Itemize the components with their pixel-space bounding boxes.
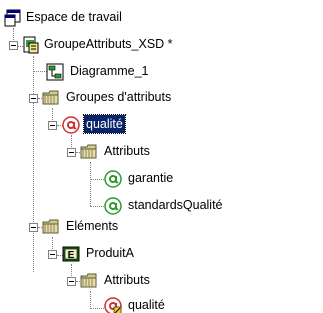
folder-icon <box>42 90 59 105</box>
attribute-group-icon <box>62 116 80 134</box>
element-icon: E <box>62 246 80 262</box>
collapse-toggle[interactable] <box>67 277 76 286</box>
tree-node-label: GroupeAttributs_XSD * <box>44 37 173 51</box>
tree-node-label: qualité <box>83 114 126 134</box>
tree-node-label: Attributs <box>104 144 150 158</box>
collapse-toggle[interactable] <box>29 223 38 232</box>
tree-node-attribute-standards-qualite[interactable]: standardsQualité <box>104 196 304 216</box>
attribute-icon <box>104 170 122 188</box>
schema-document-icon <box>23 36 39 54</box>
tree-connector <box>90 308 104 309</box>
tree-connector <box>90 291 91 309</box>
tree-view[interactable]: Espace de travail GroupeAttributs_XSD * … <box>0 0 323 313</box>
tree-node-attribute-group-quality[interactable]: qualité <box>62 114 182 135</box>
collapse-toggle[interactable] <box>67 148 76 157</box>
tree-node-workspace[interactable]: Espace de travail <box>4 8 204 28</box>
folder-icon <box>42 219 59 234</box>
tree-node-label: Groupes d'attributs <box>66 90 172 104</box>
tree-node-schema[interactable]: GroupeAttributs_XSD * <box>22 35 282 55</box>
folder-icon <box>80 144 97 159</box>
tree-node-attributes-folder[interactable]: Attributs <box>80 271 220 291</box>
diagram-icon <box>46 63 64 81</box>
tree-node-label: Eléments <box>66 219 119 233</box>
attribute-group-reference-icon <box>104 297 122 313</box>
collapse-toggle[interactable] <box>48 121 57 130</box>
collapse-toggle[interactable] <box>9 41 18 50</box>
tree-node-element-produita[interactable]: E ProduitA <box>62 244 202 264</box>
tree-node-label: Diagramme_1 <box>70 64 149 78</box>
tree-connector <box>90 162 91 206</box>
collapse-toggle[interactable] <box>29 94 38 103</box>
tree-node-label: Attributs <box>104 273 150 287</box>
tree-node-attributes-folder[interactable]: Attributs <box>80 142 220 162</box>
tree-node-attribute-groups[interactable]: Groupes d'attributs <box>42 88 282 108</box>
tree-connector <box>33 71 47 72</box>
tree-node-label: Espace de travail <box>26 10 122 24</box>
tree-node-elements-folder[interactable]: Eléments <box>42 217 182 237</box>
tree-node-label: ProduitA <box>86 246 134 260</box>
tree-connector <box>90 206 104 207</box>
folder-icon <box>80 273 97 288</box>
tree-connector <box>33 56 34 272</box>
element-badge: E <box>68 250 75 261</box>
tree-connector <box>90 179 104 180</box>
workspace-icon <box>4 9 21 27</box>
tree-node-label: standardsQualité <box>128 198 223 212</box>
tree-node-label: qualité <box>128 298 165 312</box>
attribute-icon <box>104 197 122 215</box>
tree-node-attribute-garantie[interactable]: garantie <box>104 169 244 189</box>
tree-node-label: garantie <box>128 171 174 185</box>
tree-node-attribute-group-ref-quality[interactable]: qualité <box>104 296 224 313</box>
collapse-toggle[interactable] <box>48 250 57 259</box>
tree-node-diagram[interactable]: Diagramme_1 <box>46 62 246 82</box>
